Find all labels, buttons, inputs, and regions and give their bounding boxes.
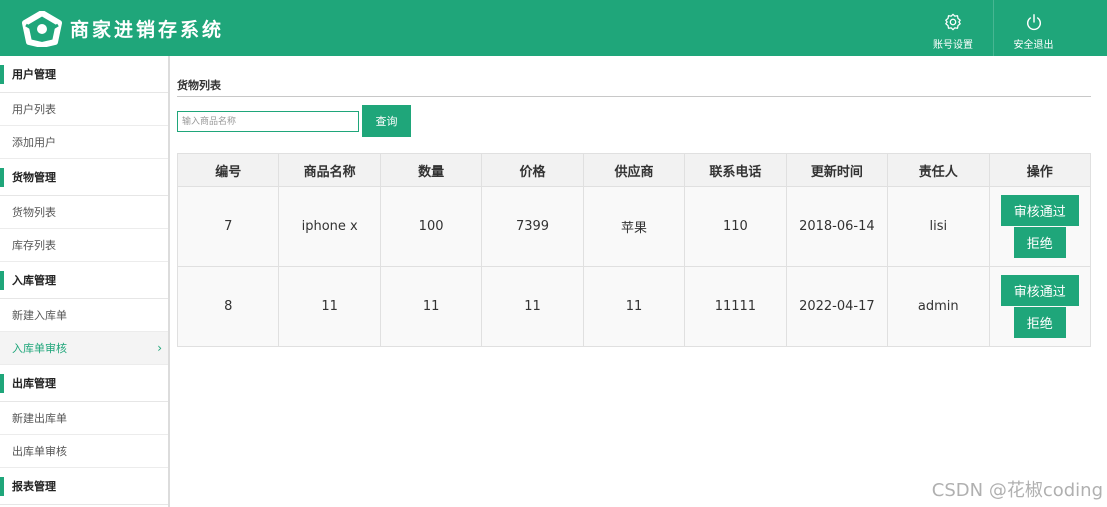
cell-qty: 11 — [379, 266, 483, 347]
chevron-right-icon: › — [157, 341, 162, 355]
col-header-phone: 联系电话 — [684, 153, 787, 187]
cell-price: 11 — [481, 266, 584, 347]
col-header-id: 编号 — [176, 153, 280, 187]
cell-owner: admin — [887, 266, 990, 347]
sidebar-item-label: 入库单审核 — [12, 342, 67, 355]
power-icon — [1026, 14, 1041, 31]
action-group: 审核通过 拒绝 — [990, 275, 1091, 338]
approve-button[interactable]: 审核通过 — [1000, 195, 1079, 226]
table-row: 7 iphone x 100 7399 苹果 110 2018-06-14 li… — [176, 186, 1091, 267]
cell-actions: 审核通过 拒绝 — [988, 266, 1091, 347]
table-row: 8 11 11 11 11 11111 2022-04-17 admin 审核通… — [176, 266, 1091, 347]
sidebar-item-new-inbound[interactable]: 新建入库单 — [0, 299, 168, 332]
cell-qty: 100 — [379, 186, 483, 267]
sidebar-group-user[interactable]: 用户管理 — [0, 56, 168, 93]
approve-button[interactable]: 审核通过 — [1000, 275, 1079, 306]
goods-table: 编号 商品名称 数量 价格 供应商 联系电话 更新时间 责任人 操作 7 iph… — [176, 153, 1091, 347]
cell-actions: 审核通过 拒绝 — [988, 186, 1091, 267]
cell-id: 8 — [176, 266, 280, 347]
cell-name: iphone x — [278, 186, 381, 267]
sidebar-item-inbound-review[interactable]: 入库单审核 › — [0, 332, 168, 365]
reject-button[interactable]: 拒绝 — [1013, 307, 1066, 338]
cell-owner: lisi — [887, 186, 990, 267]
sidebar-item-new-outbound[interactable]: 新建出库单 — [0, 402, 168, 435]
sidebar: 用户管理 用户列表 添加用户 货物管理 货物列表 库存列表 入库管理 新建入库单… — [0, 56, 170, 507]
search-input[interactable] — [177, 111, 359, 132]
cell-phone: 11111 — [684, 266, 787, 347]
cell-phone: 110 — [684, 186, 787, 267]
title-divider — [177, 96, 1091, 97]
logout-label: 安全退出 — [1013, 40, 1054, 51]
logout-button[interactable]: 安全退出 — [993, 0, 1073, 56]
sidebar-group-goods[interactable]: 货物管理 — [0, 159, 168, 196]
col-header-price: 价格 — [481, 153, 584, 187]
cell-updated: 2018-06-14 — [785, 186, 889, 267]
col-header-actions: 操作 — [988, 153, 1091, 187]
col-header-qty: 数量 — [379, 153, 483, 187]
cell-supplier: 苹果 — [582, 186, 686, 267]
col-header-supplier: 供应商 — [582, 153, 686, 187]
account-settings-label: 账号设置 — [933, 40, 973, 51]
cell-supplier: 11 — [582, 266, 686, 347]
sidebar-item-outbound-review[interactable]: 出库单审核 — [0, 435, 168, 468]
page-title: 货物列表 — [177, 79, 221, 92]
col-header-updated: 更新时间 — [785, 153, 889, 187]
sidebar-group-report[interactable]: 报表管理 — [0, 468, 168, 505]
col-header-owner: 责任人 — [887, 153, 990, 187]
action-group: 审核通过 拒绝 — [990, 195, 1091, 258]
cell-name: 11 — [278, 266, 381, 347]
cell-price: 7399 — [481, 186, 584, 267]
reject-button[interactable]: 拒绝 — [1013, 227, 1066, 258]
col-header-name: 商品名称 — [278, 153, 381, 187]
query-button[interactable]: 查询 — [362, 105, 411, 137]
account-settings-button[interactable]: 账号设置 — [913, 0, 993, 56]
sidebar-item-stock-list[interactable]: 库存列表 — [0, 229, 168, 262]
app-title: 商家进销存系统 — [70, 19, 225, 41]
cell-updated: 2022-04-17 — [785, 266, 889, 347]
sidebar-group-outbound[interactable]: 出库管理 — [0, 365, 168, 402]
sidebar-item-add-user[interactable]: 添加用户 — [0, 126, 168, 159]
top-header: 商家进销存系统 账号设置 安全退出 — [0, 0, 1107, 56]
watermark-text: CSDN @花椒coding — [931, 480, 1103, 501]
logo-icon — [22, 11, 62, 47]
sidebar-group-inbound[interactable]: 入库管理 — [0, 262, 168, 299]
table-header-row: 编号 商品名称 数量 价格 供应商 联系电话 更新时间 责任人 操作 — [176, 153, 1091, 187]
cell-id: 7 — [176, 186, 280, 267]
gear-icon — [945, 13, 961, 31]
sidebar-item-user-list[interactable]: 用户列表 — [0, 93, 168, 126]
sidebar-item-goods-list[interactable]: 货物列表 — [0, 196, 168, 229]
